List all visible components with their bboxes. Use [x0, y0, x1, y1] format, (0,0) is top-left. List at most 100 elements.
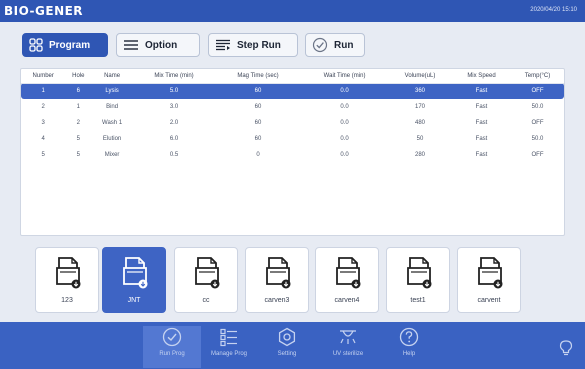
- table-cell: 0: [256, 152, 260, 158]
- nav-label: UV sterilize: [332, 351, 364, 357]
- table-cell: 6: [65, 83, 92, 99]
- table-cell: OFF: [531, 120, 544, 126]
- program-label: Program: [49, 39, 91, 51]
- table-cell: 5: [76, 136, 80, 142]
- bottom-nav-bar: Run Prog Manage Prog Setting UV steriliz…: [0, 322, 585, 369]
- table-cell: 60: [254, 136, 262, 142]
- table-cell: 0.5: [169, 152, 179, 158]
- run-label: Run: [334, 39, 354, 51]
- program-grid-icon: [29, 38, 43, 52]
- file-icon: [123, 257, 148, 289]
- help-icon: [399, 327, 419, 347]
- program-file-card[interactable]: carven4: [315, 247, 379, 313]
- program-file-card[interactable]: 123: [35, 247, 99, 313]
- table-cell: 5: [41, 152, 45, 158]
- table-cell: 5.0: [133, 83, 215, 99]
- table-row[interactable]: 4 5 Elution 6.0 60 0.0 50 Fast 50.0: [21, 131, 564, 147]
- table-row[interactable]: 2 1 Bind 3.0 60 0.0 170 Fast 50.0: [21, 99, 564, 115]
- file-name: 123: [61, 297, 73, 304]
- program-file-card-selected[interactable]: JNT: [102, 247, 166, 313]
- table-cell: Bind: [106, 104, 119, 110]
- table-row-selected[interactable]: 1 6 Lysis 5.0 60 0.0 360 Fast OFF: [21, 83, 564, 99]
- table-cell: 1: [21, 83, 66, 99]
- gear-icon: [278, 327, 296, 347]
- file-icon: [195, 257, 220, 289]
- program-file-card[interactable]: carvent: [457, 247, 521, 313]
- nav-label: Run Prog: [159, 351, 185, 357]
- step-list-icon: [216, 39, 230, 51]
- nav-label: Manage Prog: [210, 351, 248, 357]
- column-header: Volume(uL): [388, 69, 452, 84]
- table-cell: 50.0: [531, 136, 544, 142]
- file-icon: [56, 257, 81, 289]
- program-steps-panel: Number Hole Name Mix Time (min) Mag Time…: [20, 68, 565, 236]
- nav-item-setting[interactable]: Setting: [258, 326, 316, 368]
- table-cell: Wash 1: [102, 120, 123, 126]
- file-icon: [336, 257, 361, 289]
- table-cell: 0.0: [340, 136, 349, 142]
- table-cell: 0.0: [340, 152, 349, 158]
- list-icon: [220, 328, 237, 347]
- title-bar: BIO-GENER 2020/04/20 15:10: [0, 0, 585, 22]
- clock-check-icon: [162, 327, 182, 347]
- table-cell: 0.0: [301, 83, 389, 99]
- nav-label: Help: [402, 351, 416, 357]
- table-cell: 2: [41, 104, 45, 110]
- table-row[interactable]: 5 5 Mixer 0.5 0 0.0 280 Fast OFF: [21, 147, 564, 163]
- program-files-strip: 123 JNT cc carven3 carven4 test1 carvent: [0, 240, 585, 318]
- table-cell: 280: [415, 152, 426, 158]
- table-row[interactable]: 3 2 Wash 1 2.0 60 0.0 480 Fast OFF: [21, 115, 564, 131]
- column-header: Mix Speed: [451, 69, 512, 84]
- table-cell: 60: [254, 104, 262, 110]
- nav-label: Setting: [277, 351, 297, 357]
- table-cell: 50: [416, 136, 424, 142]
- table-cell: 60: [254, 120, 262, 126]
- clock: 2020/04/20 15:10: [530, 7, 577, 13]
- table-cell: Fast: [451, 83, 512, 99]
- nav-item-manage-prog[interactable]: Manage Prog: [200, 326, 258, 368]
- column-header: Hole: [65, 69, 92, 84]
- table-cell: Fast: [475, 104, 488, 110]
- table-cell: 170: [415, 104, 426, 110]
- table-cell: Fast: [475, 152, 488, 158]
- program-file-card[interactable]: test1: [386, 247, 450, 313]
- table-cell: 0.0: [340, 104, 349, 110]
- column-header: Number: [21, 69, 66, 84]
- column-header: Temp(°C): [511, 69, 564, 84]
- table-cell: 360: [388, 83, 452, 99]
- table-cell: Elution: [102, 136, 122, 142]
- column-header: Mag Time (sec): [214, 69, 302, 84]
- table-cell: Mixer: [104, 152, 120, 158]
- file-name: cc: [202, 297, 210, 304]
- file-name: JNT: [127, 297, 141, 304]
- option-label: Option: [145, 39, 178, 51]
- file-name: test1: [410, 297, 426, 304]
- step-run-button[interactable]: Step Run: [208, 33, 298, 57]
- nav-item-uv-sterilize[interactable]: UV sterilize: [319, 326, 377, 368]
- file-icon: [266, 257, 291, 289]
- file-icon: [478, 257, 503, 289]
- program-file-card[interactable]: carven3: [245, 247, 309, 313]
- option-button[interactable]: Option: [116, 33, 200, 57]
- table-cell: Lysis: [91, 83, 134, 99]
- table-cell: 5: [76, 152, 80, 158]
- table-cell: 3: [41, 120, 45, 126]
- file-name: carvent: [477, 297, 501, 304]
- table-cell: 2: [76, 120, 80, 126]
- column-header: Wait Time (min): [301, 69, 389, 84]
- toolbar: Program Option Step Run Run: [0, 22, 585, 66]
- table-cell: 50.0: [531, 104, 544, 110]
- table-cell: OFF: [511, 83, 564, 99]
- menu-icon: [124, 40, 138, 50]
- program-button[interactable]: Program: [22, 33, 108, 57]
- nav-item-run-prog[interactable]: Run Prog: [143, 326, 201, 368]
- program-file-card[interactable]: cc: [174, 247, 238, 313]
- run-button[interactable]: Run: [305, 33, 365, 57]
- file-name: carven4: [334, 297, 360, 304]
- nav-item-help[interactable]: Help: [380, 326, 438, 368]
- lightbulb-icon[interactable]: [559, 340, 573, 356]
- table-cell: 3.0: [169, 104, 179, 110]
- step-run-label: Step Run: [237, 39, 281, 51]
- file-icon: [407, 257, 432, 289]
- program-steps-table: Number Hole Name Mix Time (min) Mag Time…: [21, 69, 564, 163]
